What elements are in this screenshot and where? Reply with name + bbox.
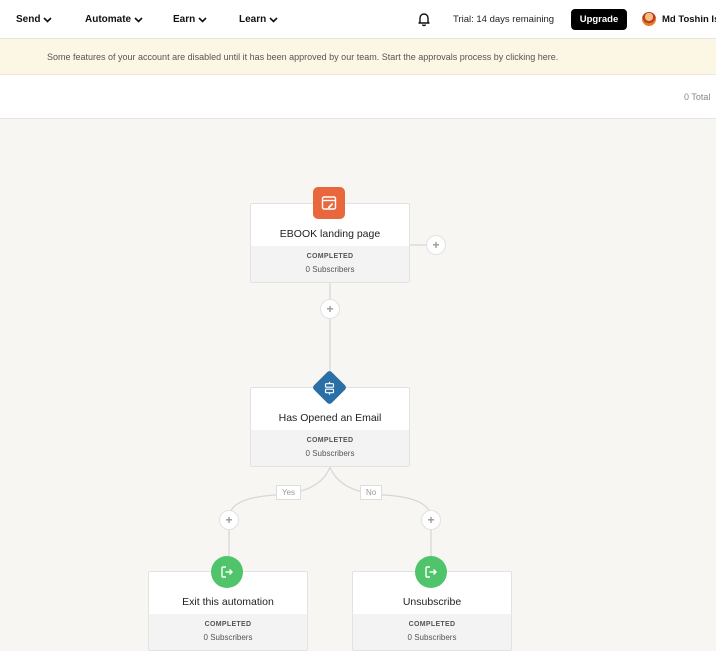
nav-earn-label: Earn	[173, 14, 196, 25]
landing-page-icon	[313, 187, 345, 219]
chevron-down-icon	[269, 16, 278, 23]
user-name[interactable]: Md Toshin Is	[662, 0, 716, 39]
nav-learn[interactable]: Learn	[239, 0, 278, 39]
add-step-button[interactable]: +	[320, 299, 340, 319]
node-title: EBOOK landing page	[279, 228, 381, 240]
node-status: COMPLETED	[306, 253, 354, 260]
node-subscribers: 0 Subscribers	[407, 633, 457, 642]
nav-earn[interactable]: Earn	[173, 0, 207, 39]
chevron-down-icon	[134, 16, 143, 23]
avatar[interactable]	[642, 12, 656, 26]
node-status: COMPLETED	[204, 621, 252, 628]
node-title: Has Opened an Email	[278, 412, 382, 424]
node-status: COMPLETED	[408, 621, 456, 628]
node-stats: COMPLETED 0 Subscribers	[251, 246, 409, 282]
automation-canvas[interactable]: EBOOK landing page COMPLETED 0 Subscribe…	[0, 120, 716, 651]
bell-icon[interactable]	[416, 11, 432, 27]
node-title: Unsubscribe	[402, 596, 462, 608]
nav-learn-label: Learn	[239, 14, 267, 25]
chevron-down-icon	[43, 16, 53, 23]
exit-icon	[211, 556, 243, 588]
nav-send[interactable]: Send	[16, 0, 53, 39]
branch-yes-label: Yes	[276, 485, 302, 500]
stats-bar: 0 Total	[0, 75, 716, 119]
branch-no-label: No	[360, 485, 383, 500]
chevron-down-icon	[198, 16, 207, 23]
trial-status: Trial: 14 days remaining	[453, 14, 555, 25]
nav-send-label: Send	[16, 14, 41, 25]
node-subscribers: 0 Subscribers	[203, 633, 253, 642]
total-count: 0 Total	[684, 92, 711, 102]
node-status: COMPLETED	[306, 437, 354, 444]
node-stats: COMPLETED 0 Subscribers	[149, 614, 307, 650]
exit-icon	[415, 556, 447, 588]
nav-automate[interactable]: Automate	[85, 0, 143, 39]
nav-automate-label: Automate	[85, 14, 132, 25]
upgrade-button[interactable]: Upgrade	[571, 9, 627, 30]
node-stats: COMPLETED 0 Subscribers	[251, 430, 409, 466]
node-stats: COMPLETED 0 Subscribers	[353, 614, 511, 650]
add-step-button[interactable]: +	[421, 510, 441, 530]
top-nav: Send Automate Earn Learn Trial: 14 days …	[0, 0, 716, 39]
node-subscribers: 0 Subscribers	[305, 449, 355, 458]
node-subscribers: 0 Subscribers	[305, 265, 355, 274]
add-step-button[interactable]: +	[219, 510, 239, 530]
node-title: Exit this automation	[182, 596, 274, 608]
approval-banner[interactable]: Some features of your account are disabl…	[0, 39, 716, 75]
add-step-button[interactable]: +	[426, 235, 446, 255]
